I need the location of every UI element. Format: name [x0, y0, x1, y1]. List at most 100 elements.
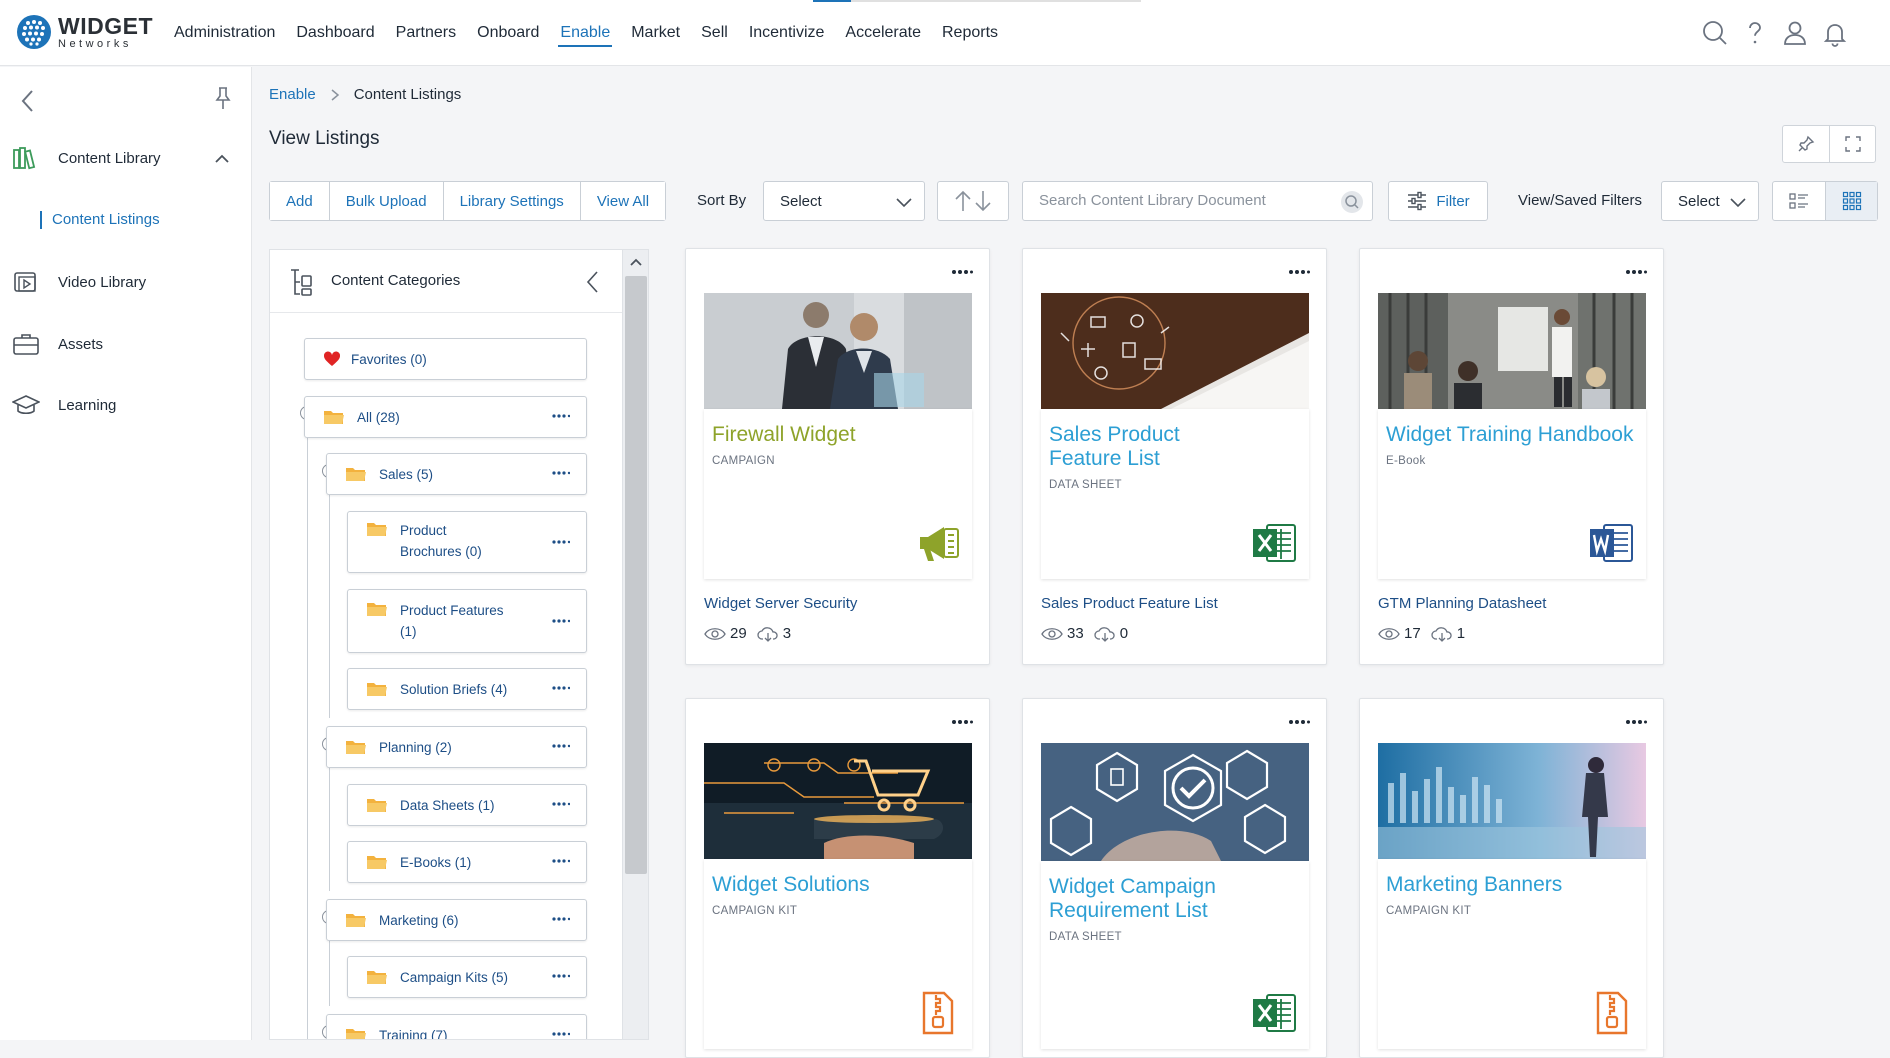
- search-icon[interactable]: [1700, 18, 1730, 48]
- category-solution-briefs[interactable]: Solution Briefs (4): [347, 668, 587, 710]
- content-card[interactable]: Marketing Banners CAMPAIGN KIT: [1359, 698, 1664, 1058]
- filter-button[interactable]: Filter: [1388, 181, 1488, 221]
- more-options-icon[interactable]: [552, 973, 570, 979]
- more-options-icon[interactable]: [552, 685, 570, 691]
- card-title: Widget Solutions CAMPAIGN KIT: [712, 873, 972, 923]
- category-product-brochures[interactable]: Product Brochures (0): [347, 511, 587, 573]
- more-options-icon[interactable]: [552, 916, 570, 922]
- sidebar-item-video-library[interactable]: Video Library: [12, 269, 146, 295]
- more-options-icon[interactable]: [552, 539, 570, 545]
- search-input[interactable]: [1039, 192, 1339, 209]
- more-options-icon[interactable]: [552, 413, 570, 419]
- category-sales[interactable]: Sales (5): [326, 453, 587, 495]
- card-name[interactable]: Sales Product Feature List: [1041, 595, 1218, 612]
- top-bar: WIDGET Networks Administration Dashboard…: [0, 0, 1890, 66]
- add-button[interactable]: Add: [270, 182, 329, 220]
- video-icon: [12, 269, 40, 295]
- sort-direction-toggle[interactable]: [937, 181, 1009, 221]
- more-options-icon[interactable]: [1625, 719, 1647, 725]
- more-options-icon[interactable]: [552, 618, 570, 624]
- card-body: Widget Training Handbook E-Book: [1378, 409, 1646, 579]
- more-options-icon[interactable]: [552, 858, 570, 864]
- top-icons: [1690, 18, 1850, 48]
- category-training[interactable]: Training (7): [326, 1014, 587, 1039]
- bell-icon[interactable]: [1820, 18, 1850, 48]
- category-data-sheets[interactable]: Data Sheets (1): [347, 784, 587, 826]
- category-all[interactable]: All (28): [304, 396, 587, 438]
- card-name[interactable]: GTM Planning Datasheet: [1378, 595, 1546, 612]
- briefcase-icon: [12, 331, 40, 357]
- nav-onboard[interactable]: Onboard: [475, 19, 541, 47]
- scrollbar-thumb[interactable]: [625, 276, 647, 874]
- nav-market[interactable]: Market: [629, 19, 682, 47]
- sidebar-item-content-library[interactable]: Content Library: [12, 145, 161, 171]
- card-thumbnail[interactable]: [1041, 293, 1309, 409]
- scroll-up-icon[interactable]: [628, 254, 644, 270]
- card-thumbnail[interactable]: [1378, 743, 1646, 859]
- grid-view-button[interactable]: [1825, 182, 1877, 220]
- nav-sell[interactable]: Sell: [699, 19, 730, 47]
- sort-by-select[interactable]: Select: [763, 181, 925, 221]
- nav-incentivize[interactable]: Incentivize: [747, 19, 827, 47]
- more-options-icon[interactable]: [951, 719, 973, 725]
- help-icon[interactable]: [1740, 18, 1770, 48]
- sidebar-item-assets[interactable]: Assets: [12, 331, 103, 357]
- card-thumbnail[interactable]: [704, 743, 972, 859]
- categories-scrollbar[interactable]: [622, 250, 648, 1039]
- category-label: Planning (2): [379, 739, 452, 755]
- content-card[interactable]: Widget Campaign Requirement List DATA SHE…: [1022, 698, 1327, 1058]
- nav-dashboard[interactable]: Dashboard: [294, 19, 376, 47]
- more-options-icon[interactable]: [552, 743, 570, 749]
- search-icon[interactable]: [1340, 190, 1364, 214]
- collapse-panel-icon[interactable]: [584, 270, 602, 294]
- category-product-features[interactable]: Product Features (1): [347, 589, 587, 653]
- tree-line: [329, 473, 330, 718]
- more-options-icon[interactable]: [951, 269, 973, 275]
- main-navigation: Administration Dashboard Partners Onboar…: [172, 0, 1017, 66]
- fullscreen-button[interactable]: [1829, 126, 1875, 162]
- brand-logo[interactable]: WIDGET Networks: [16, 14, 153, 50]
- user-icon[interactable]: [1780, 18, 1810, 48]
- brand-name: WIDGET: [58, 12, 153, 39]
- list-view-button[interactable]: [1773, 182, 1825, 220]
- nav-administration[interactable]: Administration: [172, 19, 277, 47]
- content-card[interactable]: Widget Solutions CAMPAIGN KIT: [685, 698, 990, 1058]
- more-options-icon[interactable]: [1625, 269, 1647, 275]
- nav-reports[interactable]: Reports: [940, 19, 1000, 47]
- card-title: Sales Product Feature List DATA SHEET: [1049, 423, 1199, 497]
- chevron-down-icon: [894, 192, 914, 212]
- more-options-icon[interactable]: [1288, 719, 1310, 725]
- category-planning[interactable]: Planning (2): [326, 726, 587, 768]
- breadcrumb-enable[interactable]: Enable: [269, 86, 316, 103]
- content-card[interactable]: Widget Training Handbook E-Book GTM Plann…: [1359, 248, 1664, 665]
- category-marketing[interactable]: Marketing (6): [326, 899, 587, 941]
- more-options-icon[interactable]: [1288, 269, 1310, 275]
- category-e-books[interactable]: E-Books (1): [347, 841, 587, 883]
- card-name[interactable]: Widget Server Security: [704, 595, 857, 612]
- saved-filters-select[interactable]: Select: [1661, 181, 1759, 221]
- content-card[interactable]: Firewall Widget CAMPAIGN Widget Server Se…: [685, 248, 990, 665]
- nav-enable[interactable]: Enable: [558, 19, 613, 47]
- bulk-upload-button[interactable]: Bulk Upload: [328, 182, 443, 220]
- chevron-up-icon[interactable]: [212, 149, 232, 169]
- card-body: Widget Campaign Requirement List DATA SHE…: [1041, 861, 1309, 1049]
- collapse-sidebar-icon[interactable]: [18, 87, 38, 115]
- more-options-icon[interactable]: [552, 801, 570, 807]
- card-thumbnail[interactable]: [1041, 743, 1309, 861]
- cloud-download-icon: [757, 626, 778, 642]
- sidebar-item-learning[interactable]: Learning: [12, 392, 116, 418]
- more-options-icon[interactable]: [552, 1031, 570, 1037]
- library-settings-button[interactable]: Library Settings: [442, 182, 580, 220]
- category-campaign-kits[interactable]: Campaign Kits (5): [347, 956, 587, 998]
- nav-partners[interactable]: Partners: [394, 19, 458, 47]
- category-favorites[interactable]: Favorites (0): [304, 338, 587, 380]
- pin-page-button[interactable]: [1783, 126, 1829, 162]
- view-mode-toggle: [1772, 181, 1878, 221]
- view-all-button[interactable]: View All: [579, 182, 666, 220]
- pin-icon[interactable]: [212, 85, 234, 111]
- card-thumbnail[interactable]: [1378, 293, 1646, 409]
- more-options-icon[interactable]: [552, 470, 570, 476]
- content-card[interactable]: Sales Product Feature List DATA SHEET Sal…: [1022, 248, 1327, 665]
- card-thumbnail[interactable]: [704, 293, 972, 409]
- nav-accelerate[interactable]: Accelerate: [843, 19, 923, 47]
